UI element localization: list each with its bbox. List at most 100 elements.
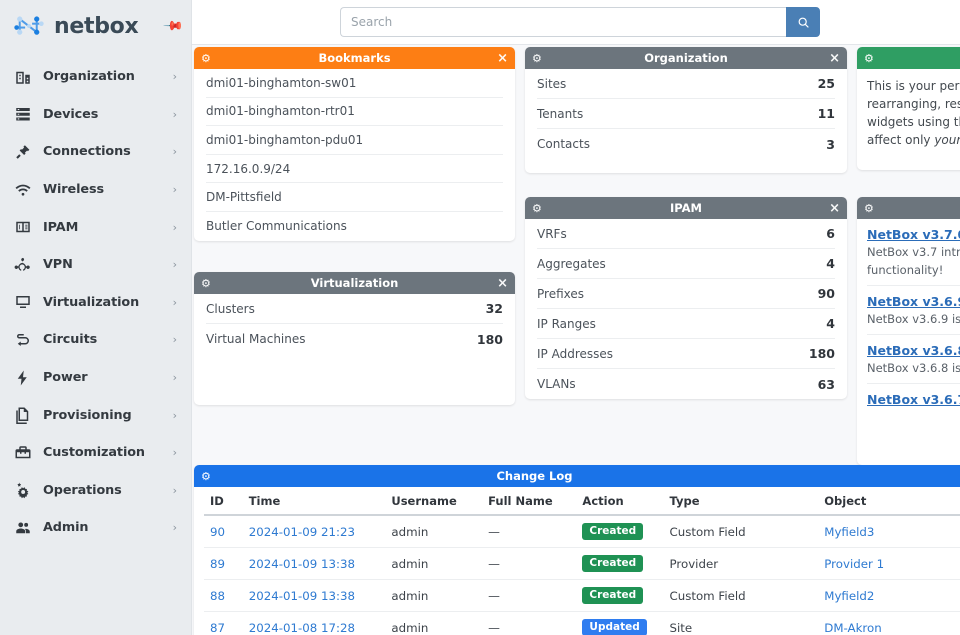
close-icon[interactable]: × (829, 202, 840, 215)
gear-icon[interactable]: ⚙ (532, 53, 542, 64)
stat-row[interactable]: VLANs 63 (537, 369, 835, 399)
stat-label: Virtual Machines (206, 332, 306, 346)
release-link[interactable]: NetBox v3.6.9 (867, 294, 960, 309)
close-icon[interactable]: × (497, 277, 508, 290)
changelog-type: Custom Field (663, 579, 819, 613)
sidebar-item-provisioning[interactable]: Provisioning › (0, 396, 191, 434)
sidebar-item-organization[interactable]: Organization › (0, 58, 191, 96)
release-desc: NetBox v3.7 intro (867, 245, 960, 259)
column-header-username[interactable]: Username (385, 487, 483, 516)
widget-virtualization: ⚙ Virtualization × Clusters 32 Virtual M… (194, 272, 515, 405)
widget-organization-header: ⚙ Organization × (525, 47, 847, 69)
changelog-time-link[interactable]: 2024-01-09 13:38 (249, 557, 355, 571)
column-header-time[interactable]: Time (242, 487, 386, 516)
stat-row[interactable]: Tenants 11 (537, 99, 835, 129)
release-link[interactable]: NetBox v3.6.8 (867, 343, 960, 358)
changelog-username: admin (385, 547, 483, 581)
widget-bookmarks-header: ⚙ Bookmarks × (194, 47, 515, 69)
stat-row[interactable]: VRFs 6 (537, 219, 835, 249)
close-icon[interactable]: × (497, 52, 508, 65)
sidebar-item-label: Virtualization (43, 294, 140, 310)
column-header-id[interactable]: ID (204, 487, 243, 516)
sidebar-item-power[interactable]: Power › (0, 359, 191, 397)
changelog-object-link[interactable]: Provider 1 (824, 557, 884, 571)
changelog-time-link[interactable]: 2024-01-09 13:38 (249, 589, 355, 603)
stat-row[interactable]: Virtual Machines 180 (206, 324, 503, 354)
sidebar-item-vpn[interactable]: VPN › (0, 246, 191, 284)
search-input[interactable] (340, 7, 786, 37)
sidebar-item-label: Wireless (43, 182, 104, 198)
vpn-nodes-icon (13, 255, 32, 274)
stat-row[interactable]: Clusters 32 (206, 294, 503, 324)
sidebar-item-label: IPAM (43, 219, 79, 235)
column-header-type[interactable]: Type (663, 487, 819, 516)
stat-value: 4 (826, 256, 835, 271)
widget-ipam-header: ⚙ IPAM × (525, 197, 847, 219)
sidebar-item-ipam[interactable]: IPAM › (0, 208, 191, 246)
stat-row[interactable]: Sites 25 (537, 69, 835, 99)
pin-icon[interactable]: 📌 (162, 15, 184, 37)
sidebar-item-admin[interactable]: Admin › (0, 509, 191, 547)
list-item[interactable]: DM-Pittsfield (206, 183, 503, 212)
sidebar-item-wireless[interactable]: Wireless › (0, 171, 191, 209)
sidebar-item-connections[interactable]: Connections › (0, 133, 191, 171)
gear-icon[interactable]: ⚙ (532, 203, 542, 214)
gear-icon[interactable]: ⚙ (201, 53, 211, 64)
changelog-id-link[interactable]: 90 (210, 525, 225, 539)
stat-row[interactable]: Contacts 3 (537, 129, 835, 159)
list-item[interactable]: dmi01-binghamton-rtr01 (206, 98, 503, 127)
sidebar-item-operations[interactable]: Operations › (0, 472, 191, 510)
list-item[interactable]: dmi01-binghamton-sw01 (206, 69, 503, 98)
changelog-full-name: — (482, 611, 577, 635)
changelog-time-link[interactable]: 2024-01-09 21:23 (249, 525, 355, 539)
stat-label: IP Addresses (537, 346, 614, 361)
column-header-action[interactable]: Action (576, 487, 664, 516)
list-item[interactable]: Butler Communications (206, 212, 503, 241)
gear-icon[interactable]: ⚙ (864, 53, 874, 64)
changelog-object-link[interactable]: Myfield2 (824, 589, 874, 603)
gear-icon[interactable]: ⚙ (864, 203, 874, 214)
stat-label: Prefixes (537, 286, 585, 301)
column-header-full-name[interactable]: Full Name (482, 487, 577, 516)
changelog-id-link[interactable]: 88 (210, 589, 225, 603)
sidebar-item-customization[interactable]: Customization › (0, 434, 191, 472)
gear-icon[interactable]: ⚙ (201, 471, 211, 482)
widget-ipam-body: VRFs 6 Aggregates 4 Prefixes 90 IP Range… (525, 219, 847, 399)
changelog-object-link[interactable]: DM-Akron (824, 621, 881, 635)
changelog-id-link[interactable]: 87 (210, 621, 225, 635)
release-item: NetBox v3.6.8 NetBox v3.6.8 is n (867, 335, 960, 384)
changelog-object-link[interactable]: Myfield3 (824, 525, 874, 539)
close-icon[interactable]: × (829, 52, 840, 65)
sidebar-item-label: Organization (43, 69, 135, 85)
stat-value: 90 (817, 286, 835, 301)
brand-header[interactable]: netbox 📌 (0, 0, 191, 52)
stat-row[interactable]: Aggregates 4 (537, 249, 835, 279)
sidebar-item-devices[interactable]: Devices › (0, 96, 191, 134)
circuits-icon (13, 330, 32, 349)
list-item[interactable]: dmi01-binghamton-pdu01 (206, 126, 503, 155)
changelog-full-name: — (482, 579, 577, 613)
status-badge: Created (582, 555, 644, 573)
widget-bookmarks-body: dmi01-binghamton-sw01 dmi01-binghamton-r… (194, 69, 515, 241)
sidebar-item-virtualization[interactable]: Virtualization › (0, 284, 191, 322)
stat-row[interactable]: IP Ranges 4 (537, 309, 835, 339)
release-item: NetBox v3.6.7 (867, 384, 960, 414)
stat-value: 6 (826, 226, 835, 241)
stat-row[interactable]: Prefixes 90 (537, 279, 835, 309)
sidebar-nav: Organization › Devices › Connections › W… (0, 52, 191, 547)
sidebar-item-circuits[interactable]: Circuits › (0, 321, 191, 359)
list-item[interactable]: 172.16.0.9/24 (206, 155, 503, 184)
changelog-id-link[interactable]: 89 (210, 557, 225, 571)
stat-row[interactable]: IP Addresses 180 (537, 339, 835, 369)
users-icon (13, 518, 32, 537)
sidebar-item-label: Power (43, 370, 88, 386)
column-header-object[interactable]: Object (818, 487, 960, 516)
status-badge: Created (582, 523, 644, 541)
search-button[interactable] (786, 7, 820, 37)
release-link[interactable]: NetBox v3.7.0 (867, 227, 960, 242)
gear-icon[interactable]: ⚙ (201, 278, 211, 289)
widget-title: Virtualization (310, 276, 399, 290)
sidebar-item-label: Devices (43, 106, 99, 122)
changelog-time-link[interactable]: 2024-01-08 17:28 (249, 621, 355, 635)
release-link[interactable]: NetBox v3.6.7 (867, 392, 960, 407)
